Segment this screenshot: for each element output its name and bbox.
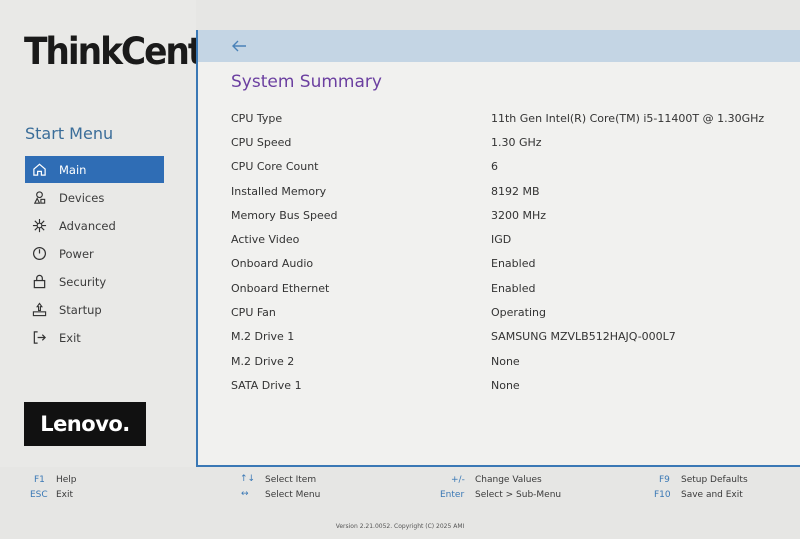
row-value: 8192 MB bbox=[491, 184, 540, 198]
row-value: SAMSUNG MZVLB512HAJQ-000L7 bbox=[491, 330, 676, 344]
row-value: Enabled bbox=[491, 281, 536, 295]
row-label: Onboard Ethernet bbox=[231, 281, 330, 295]
menu-item-label: Exit bbox=[59, 330, 81, 345]
page-title: System Summary bbox=[231, 72, 382, 92]
summary-row: Active Video IGD bbox=[231, 227, 791, 251]
row-value: 1.30 GHz bbox=[491, 135, 542, 149]
row-label: SATA Drive 1 bbox=[231, 378, 302, 392]
row-label: M.2 Drive 1 bbox=[231, 330, 295, 344]
hotkey-action: Help bbox=[56, 475, 77, 485]
row-label: Installed Memory bbox=[231, 184, 327, 198]
back-arrow-icon[interactable] bbox=[230, 37, 248, 55]
hotkey-action: Change Values bbox=[475, 475, 542, 485]
hotkey-action: Setup Defaults bbox=[681, 475, 748, 485]
menu-item-advanced[interactable]: Advanced bbox=[25, 212, 164, 239]
summary-row: M.2 Drive 2 None bbox=[231, 349, 791, 373]
hotkey-action: Save and Exit bbox=[681, 490, 743, 500]
power-icon bbox=[31, 246, 47, 262]
menu-item-power[interactable]: Power bbox=[25, 240, 164, 267]
menu-item-label: Main bbox=[59, 162, 87, 177]
row-value: 6 bbox=[491, 160, 498, 174]
summary-row: CPU Fan Operating bbox=[231, 300, 791, 324]
row-label: Memory Bus Speed bbox=[231, 208, 338, 222]
hotkey-action: Exit bbox=[56, 490, 74, 500]
row-label: Active Video bbox=[231, 233, 300, 247]
hotkey-action: Select Item bbox=[265, 475, 317, 485]
row-label: CPU Speed bbox=[231, 135, 292, 149]
leftright-arrows-icon: ↔ bbox=[241, 489, 249, 499]
row-label: M.2 Drive 2 bbox=[231, 354, 295, 368]
row-label: CPU Core Count bbox=[231, 160, 319, 174]
summary-row: SATA Drive 1 None bbox=[231, 373, 791, 397]
lock-icon bbox=[31, 274, 47, 290]
menu-item-security[interactable]: Security bbox=[25, 268, 164, 295]
start-menu: Main Devices Advanced Power Security Sta… bbox=[25, 156, 164, 352]
menu-item-label: Power bbox=[59, 246, 94, 261]
hotkey-key: F1 bbox=[34, 475, 45, 485]
row-label: CPU Type bbox=[231, 111, 283, 125]
summary-row: M.2 Drive 1 SAMSUNG MZVLB512HAJQ-000L7 bbox=[231, 325, 791, 349]
menu-item-label: Advanced bbox=[59, 218, 116, 233]
version-text: Version 2.21.0052. Copyright (C) 2025 AM… bbox=[335, 523, 465, 530]
main-panel: System Summary CPU Type 11th Gen Intel(R)… bbox=[196, 30, 800, 467]
row-label: Onboard Audio bbox=[231, 257, 314, 271]
summary-list: CPU Type 11th Gen Intel(R) Core(TM) i5-11… bbox=[231, 106, 791, 398]
row-value: None bbox=[491, 378, 520, 392]
advanced-icon bbox=[31, 218, 47, 234]
row-value: 11th Gen Intel(R) Core(TM) i5-11400T @ 1… bbox=[491, 111, 765, 125]
menu-item-main[interactable]: Main bbox=[25, 156, 164, 183]
home-icon bbox=[31, 162, 47, 178]
row-value: Operating bbox=[491, 306, 546, 320]
summary-row: CPU Core Count 6 bbox=[231, 155, 791, 179]
hotkey-key: +/- bbox=[451, 475, 465, 485]
start-menu-title: Start Menu bbox=[25, 124, 114, 143]
lenovo-logo: Lenovo. bbox=[24, 402, 146, 446]
row-value: Enabled bbox=[491, 257, 536, 271]
summary-row: Onboard Ethernet Enabled bbox=[231, 276, 791, 300]
exit-icon bbox=[31, 330, 47, 346]
header-bar bbox=[198, 30, 800, 62]
summary-row: Memory Bus Speed 3200 MHz bbox=[231, 203, 791, 227]
summary-row: Onboard Audio Enabled bbox=[231, 252, 791, 276]
hotkey-action: Select Menu bbox=[265, 490, 321, 500]
menu-item-label: Startup bbox=[59, 302, 102, 317]
devices-icon bbox=[31, 190, 47, 206]
menu-item-exit[interactable]: Exit bbox=[25, 324, 164, 351]
hotkey-key: Enter bbox=[440, 490, 465, 500]
hotkey-action: Select > Sub-Menu bbox=[475, 490, 562, 500]
sidebar: ThinkCentre. Start Menu Main Devices Adv… bbox=[0, 0, 242, 467]
menu-item-devices[interactable]: Devices bbox=[25, 184, 164, 211]
startup-icon bbox=[31, 302, 47, 318]
menu-item-label: Security bbox=[59, 274, 107, 289]
hotkey-key: ESC bbox=[30, 490, 48, 500]
row-value: IGD bbox=[491, 233, 512, 247]
hotkey-key: F9 bbox=[659, 475, 670, 485]
updown-arrows-icon: ↑↓ bbox=[240, 474, 256, 484]
row-value: None bbox=[491, 354, 520, 368]
menu-item-startup[interactable]: Startup bbox=[25, 296, 164, 323]
summary-row: CPU Speed 1.30 GHz bbox=[231, 130, 791, 154]
hotkey-key: F10 bbox=[654, 490, 671, 500]
summary-row: Installed Memory 8192 MB bbox=[231, 179, 791, 203]
summary-row: CPU Type 11th Gen Intel(R) Core(TM) i5-11… bbox=[231, 106, 791, 130]
menu-item-label: Devices bbox=[59, 190, 105, 205]
row-label: CPU Fan bbox=[231, 306, 276, 320]
row-value: 3200 MHz bbox=[491, 208, 547, 222]
